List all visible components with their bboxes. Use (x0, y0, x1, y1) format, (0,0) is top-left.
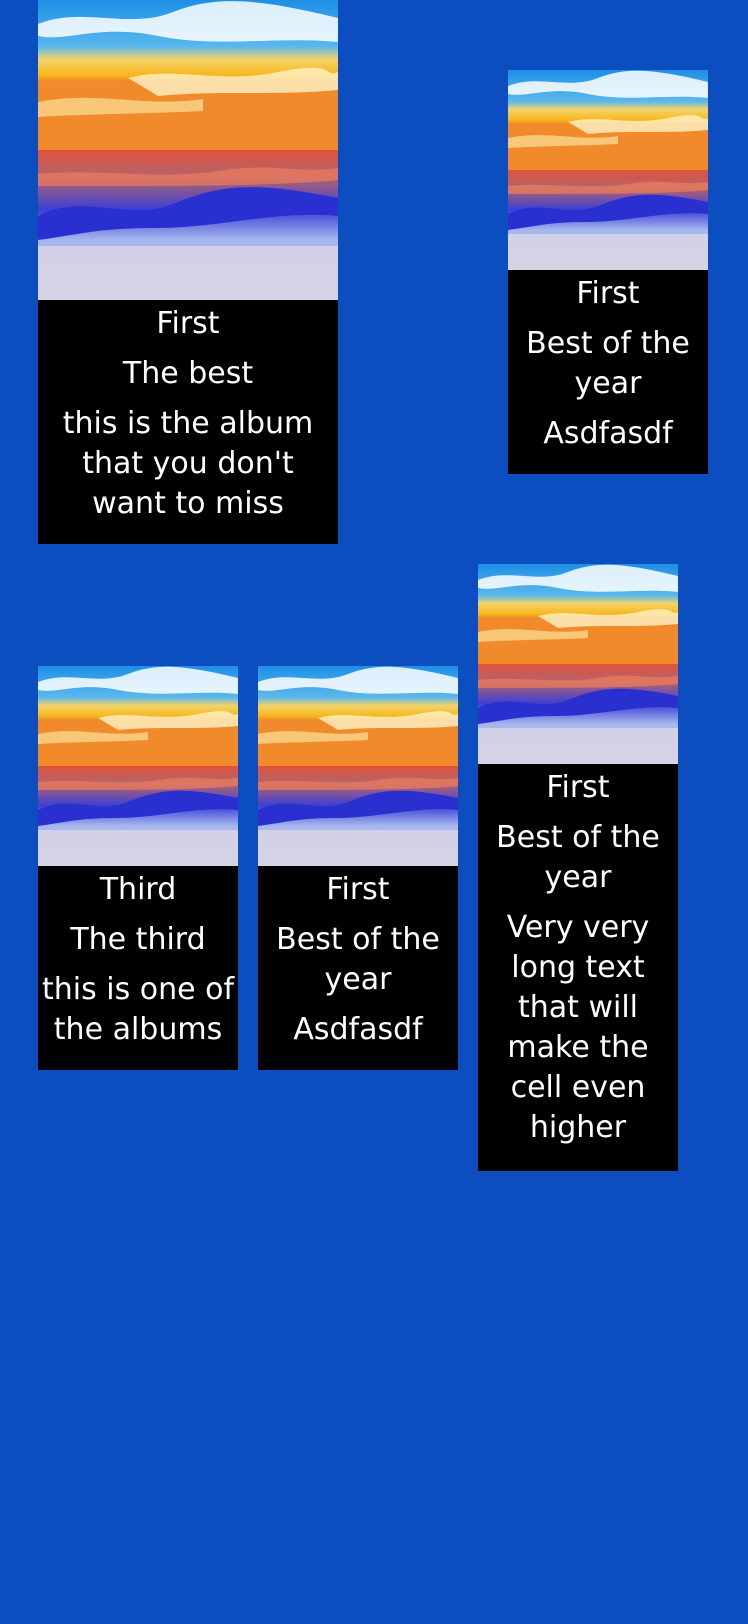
album-artwork-image (258, 666, 458, 866)
album-title: First (546, 770, 610, 805)
album-artwork-image (38, 666, 238, 866)
beach-sunset-icon (38, 666, 238, 866)
beach-sunset-icon (478, 564, 678, 764)
album-title: First (156, 306, 220, 341)
album-description: Very very long text that will make the c… (506, 910, 650, 1145)
album-subtitle: Best of the year (526, 326, 690, 401)
album-title: Third (99, 872, 177, 907)
beach-sunset-icon (508, 70, 708, 270)
album-description: Asdfasdf (293, 1012, 423, 1047)
album-description: Asdfasdf (543, 416, 673, 451)
album-cell[interactable]: First Best of the year Asdfasdf (508, 70, 708, 474)
album-cell[interactable]: First The best this is the album that yo… (38, 0, 338, 544)
album-subtitle: The third (70, 922, 206, 957)
album-title: First (326, 872, 390, 907)
album-subtitle: Best of the year (276, 922, 440, 997)
album-artwork-image (508, 70, 708, 270)
beach-sunset-icon (258, 666, 458, 866)
album-title: First (576, 276, 640, 311)
album-description: this is the album that you don't want to… (62, 406, 314, 521)
album-subtitle: Best of the year (496, 820, 660, 895)
beach-sunset-icon (38, 0, 338, 300)
album-cell[interactable]: First Best of the year Asdfasdf (258, 666, 458, 1070)
album-artwork-image (478, 564, 678, 764)
album-cell[interactable]: First Best of the year Very very long te… (478, 564, 678, 1171)
album-subtitle: The best (122, 356, 254, 391)
album-cell[interactable]: Third The third this is one of the album… (38, 666, 238, 1070)
album-artwork-image (38, 0, 338, 300)
album-description: this is one of the albums (41, 972, 235, 1047)
